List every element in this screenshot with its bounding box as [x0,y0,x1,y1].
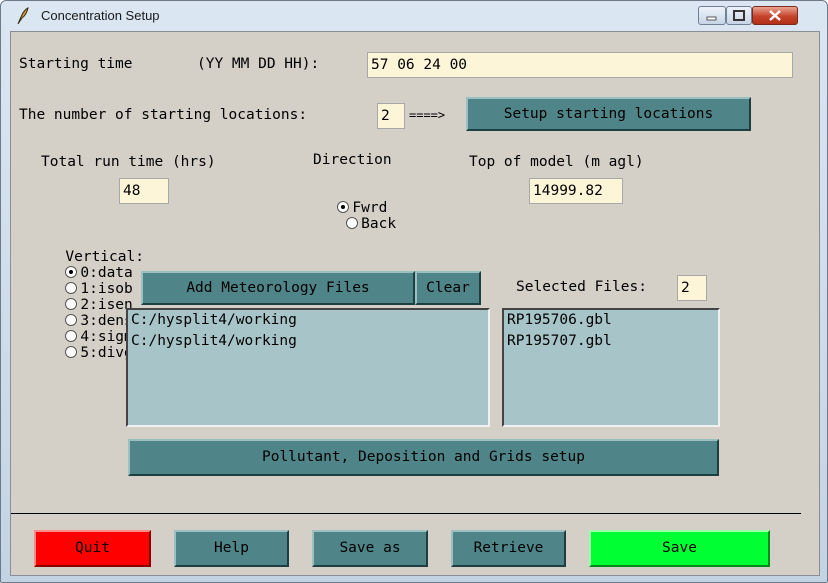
meteorology-file-list[interactable]: RP195706.gbl RP195707.gbl [502,308,720,427]
vertical-0-radio[interactable]: 0:data [65,265,133,281]
radio-selected-icon [337,201,350,213]
direction-radio-group: Fwrd Back [285,184,396,248]
radio-icon [65,330,78,342]
direction-label: Direction [313,152,392,168]
setup-starting-locations-button[interactable]: Setup starting locations [466,97,751,131]
list-item[interactable]: RP195706.gbl [504,310,718,331]
close-button[interactable] [752,6,798,25]
direction-back-radio[interactable]: Back [337,216,396,232]
vertical-3-radio[interactable]: 3:dens [65,313,133,329]
arrow-label: ====> [409,108,446,122]
vertical-1-radio[interactable]: 1:isob [65,281,133,297]
starting-time-label: Starting time [19,56,133,72]
radio-icon [65,314,78,326]
title-bar[interactable]: Concentration Setup [1,1,827,31]
close-icon [769,10,781,21]
run-time-label: Total run time (hrs) [41,154,216,170]
vertical-motion-row: Vertical: 0:data 1:isob 2:isen 3:dens 4:… [13,233,144,377]
save-as-button[interactable]: Save as [312,530,428,567]
retrieve-button[interactable]: Retrieve [451,530,566,567]
help-button[interactable]: Help [174,530,289,567]
selected-files-label: Selected Files: [516,279,647,295]
time-format-label: (YY MM DD HH): [197,56,320,72]
minimize-icon [706,16,717,21]
maximize-icon [733,10,745,21]
feather-icon [17,7,29,25]
maximize-button[interactable] [726,6,752,25]
vertical-2-radio[interactable]: 2:isen [65,297,133,313]
vertical-label: Vertical: [65,249,144,265]
pollutant-deposition-grids-button[interactable]: Pollutant, Deposition and Grids setup [128,439,719,476]
clear-files-button[interactable]: Clear [415,271,481,305]
radio-icon [65,282,78,294]
radio-icon [65,346,78,358]
separator [11,513,801,514]
radio-icon [65,298,78,310]
save-button[interactable]: Save [589,530,770,567]
window-title: Concentration Setup [41,8,160,23]
selected-files-count[interactable]: 2 [677,275,707,301]
top-of-model-label: Top of model (m agl) [469,154,644,170]
starting-locations-label: The number of starting locations: [19,107,308,123]
top-of-model-input[interactable]: 14999.82 [529,178,623,204]
add-meteorology-files-button[interactable]: Add Meteorology Files [141,271,415,305]
quit-button[interactable]: Quit [34,530,151,567]
list-item[interactable]: C:/hysplit4/working [128,331,488,352]
minimize-button[interactable] [698,6,726,25]
list-item[interactable]: RP195707.gbl [504,331,718,352]
list-item[interactable]: C:/hysplit4/working [128,310,488,331]
radio-selected-icon [65,266,78,278]
meteorology-directory-list[interactable]: C:/hysplit4/working C:/hysplit4/working [126,308,490,427]
run-time-input[interactable]: 48 [119,178,169,204]
dialog-body: Starting time (YY MM DD HH): 57 06 24 00… [10,31,820,576]
starting-time-input[interactable]: 57 06 24 00 [367,52,793,78]
direction-fwrd-radio[interactable]: Fwrd [337,200,387,216]
concentration-setup-window: Concentration Setup Starting time (YY MM… [0,0,828,583]
starting-locations-input[interactable]: 2 [377,103,405,129]
radio-icon [346,217,359,229]
vertical-5-radio[interactable]: 5:divg [65,345,133,361]
